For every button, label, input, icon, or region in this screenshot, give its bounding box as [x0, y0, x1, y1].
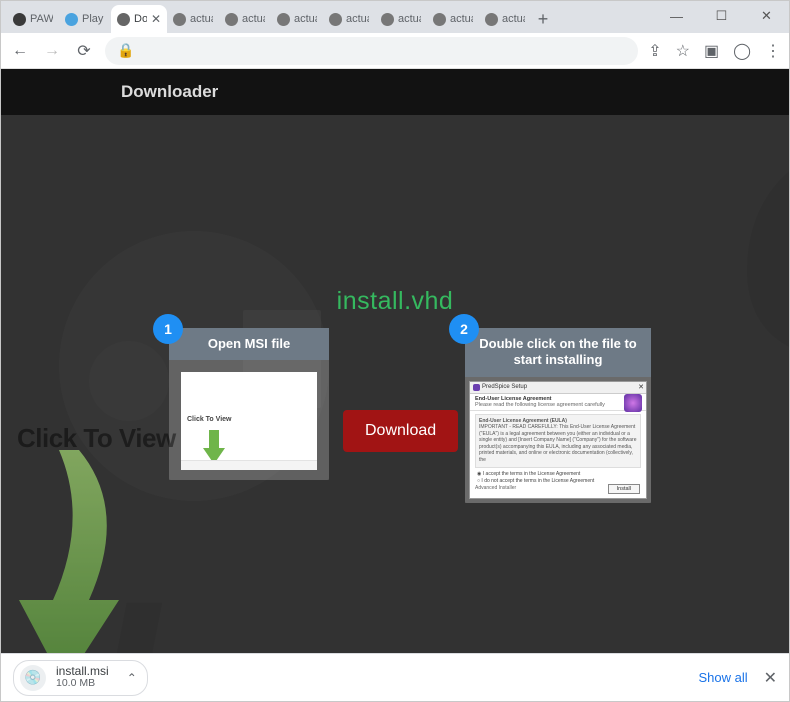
step-1-preview: Click To View — [181, 372, 317, 470]
dialog-title: PredSpice Setup — [482, 384, 527, 390]
tab-3[interactable]: actua — [167, 5, 219, 33]
download-button[interactable]: Download — [343, 410, 458, 452]
window-controls: — ☐ ✕ — [654, 1, 789, 31]
viewport: Downloader C sk install.vhd 1 Open MSI f… — [1, 69, 789, 653]
step-badge-2: 2 — [449, 314, 479, 344]
tab-label: actua — [346, 13, 369, 25]
radio-accept: ◉ I accept the terms in the License Agre… — [477, 471, 639, 477]
page-content: Downloader C sk install.vhd 1 Open MSI f… — [1, 69, 789, 653]
toolbar: ← → ⟳ 🔒 ⇪ ☆ ▣ ◯ ⋮ — [1, 33, 789, 69]
down-arrow-icon — [203, 430, 225, 464]
tab-1[interactable]: Play — [59, 5, 111, 33]
installer-logo-icon — [473, 384, 480, 391]
msi-file-icon: 💿 — [20, 665, 46, 691]
show-all-downloads-link[interactable]: Show all — [698, 670, 747, 685]
share-icon[interactable]: ⇪ — [648, 41, 661, 61]
watermark-arrow-icon — [19, 450, 139, 653]
tabs: PAW Play Do ✕ actua actua actua actua act… — [7, 5, 531, 33]
eula-body: IMPORTANT - READ CAREFULLY: This End-Use… — [479, 424, 637, 463]
tab-label: actua — [398, 13, 421, 25]
tab-4[interactable]: actua — [219, 5, 271, 33]
tab-8[interactable]: actua — [427, 5, 479, 33]
download-shelf: 💿 install.msi 10.0 MB ⌃ Show all ✕ — [1, 653, 789, 701]
step-2-title: Double click on the file to start instal… — [465, 328, 651, 377]
tab-strip: PAW Play Do ✕ actua actua actua actua act… — [1, 1, 789, 33]
maximize-button[interactable]: ☐ — [699, 1, 744, 31]
download-filesize: 10.0 MB — [56, 678, 109, 690]
preview-caption: Click To View — [187, 416, 231, 423]
step-2-card: 2 Double click on the file to start inst… — [465, 328, 651, 503]
close-tab-icon[interactable]: ✕ — [151, 12, 161, 26]
lock-icon: 🔒 — [117, 42, 134, 59]
tab-5[interactable]: actua — [271, 5, 323, 33]
tab-label: actua — [242, 13, 265, 25]
tab-7[interactable]: actua — [375, 5, 427, 33]
reload-button[interactable]: ⟳ — [73, 41, 95, 61]
watermark-bg-icon: C — [732, 145, 789, 355]
bookmark-star-icon[interactable]: ☆ — [676, 41, 690, 61]
step-1-card: 1 Open MSI file Click To View — [169, 328, 329, 480]
close-shelf-icon[interactable]: ✕ — [764, 668, 777, 688]
tab-label: actua — [450, 13, 473, 25]
tab-label: actua — [294, 13, 317, 25]
new-tab-button[interactable]: + — [531, 9, 555, 33]
tab-label: Play — [82, 13, 105, 25]
install-button-preview: Install — [608, 484, 640, 494]
side-panel-icon[interactable]: ▣ — [704, 41, 719, 61]
kebab-menu-icon[interactable]: ⋮ — [765, 41, 781, 61]
tab-label: PAW — [30, 13, 53, 25]
back-button[interactable]: ← — [9, 42, 31, 60]
close-window-button[interactable]: ✕ — [744, 1, 789, 31]
chevron-up-icon[interactable]: ⌃ — [127, 671, 137, 685]
tab-9[interactable]: actua — [479, 5, 531, 33]
minimize-button[interactable]: — — [654, 1, 699, 31]
tab-2-active[interactable]: Do ✕ — [111, 5, 167, 33]
tab-label: actua — [502, 13, 525, 25]
profile-avatar-icon[interactable]: ◯ — [733, 41, 751, 61]
tab-0[interactable]: PAW — [7, 5, 59, 33]
step-1-title: Open MSI file — [169, 328, 329, 360]
download-item[interactable]: 💿 install.msi 10.0 MB ⌃ — [13, 660, 148, 696]
tab-label: Do — [134, 13, 147, 25]
dialog-close-icon: ✕ — [638, 383, 644, 391]
dialog-subtitle2: Please read the following license agreem… — [475, 402, 641, 408]
filename-heading: install.vhd — [337, 287, 454, 316]
forward-button[interactable]: → — [41, 42, 63, 60]
installer-dialog-preview: PredSpice Setup ✕ End-User License Agree… — [469, 381, 647, 499]
page-body: C sk install.vhd 1 Open MSI file Click T… — [1, 115, 789, 653]
address-bar[interactable]: 🔒 — [105, 37, 638, 65]
step-badge-1: 1 — [153, 314, 183, 344]
tab-label: actua — [190, 13, 213, 25]
browser-window: PAW Play Do ✕ actua actua actua actua act… — [0, 0, 790, 702]
site-header: Downloader — [1, 69, 789, 115]
tab-6[interactable]: actua — [323, 5, 375, 33]
product-logo-icon — [624, 394, 642, 412]
